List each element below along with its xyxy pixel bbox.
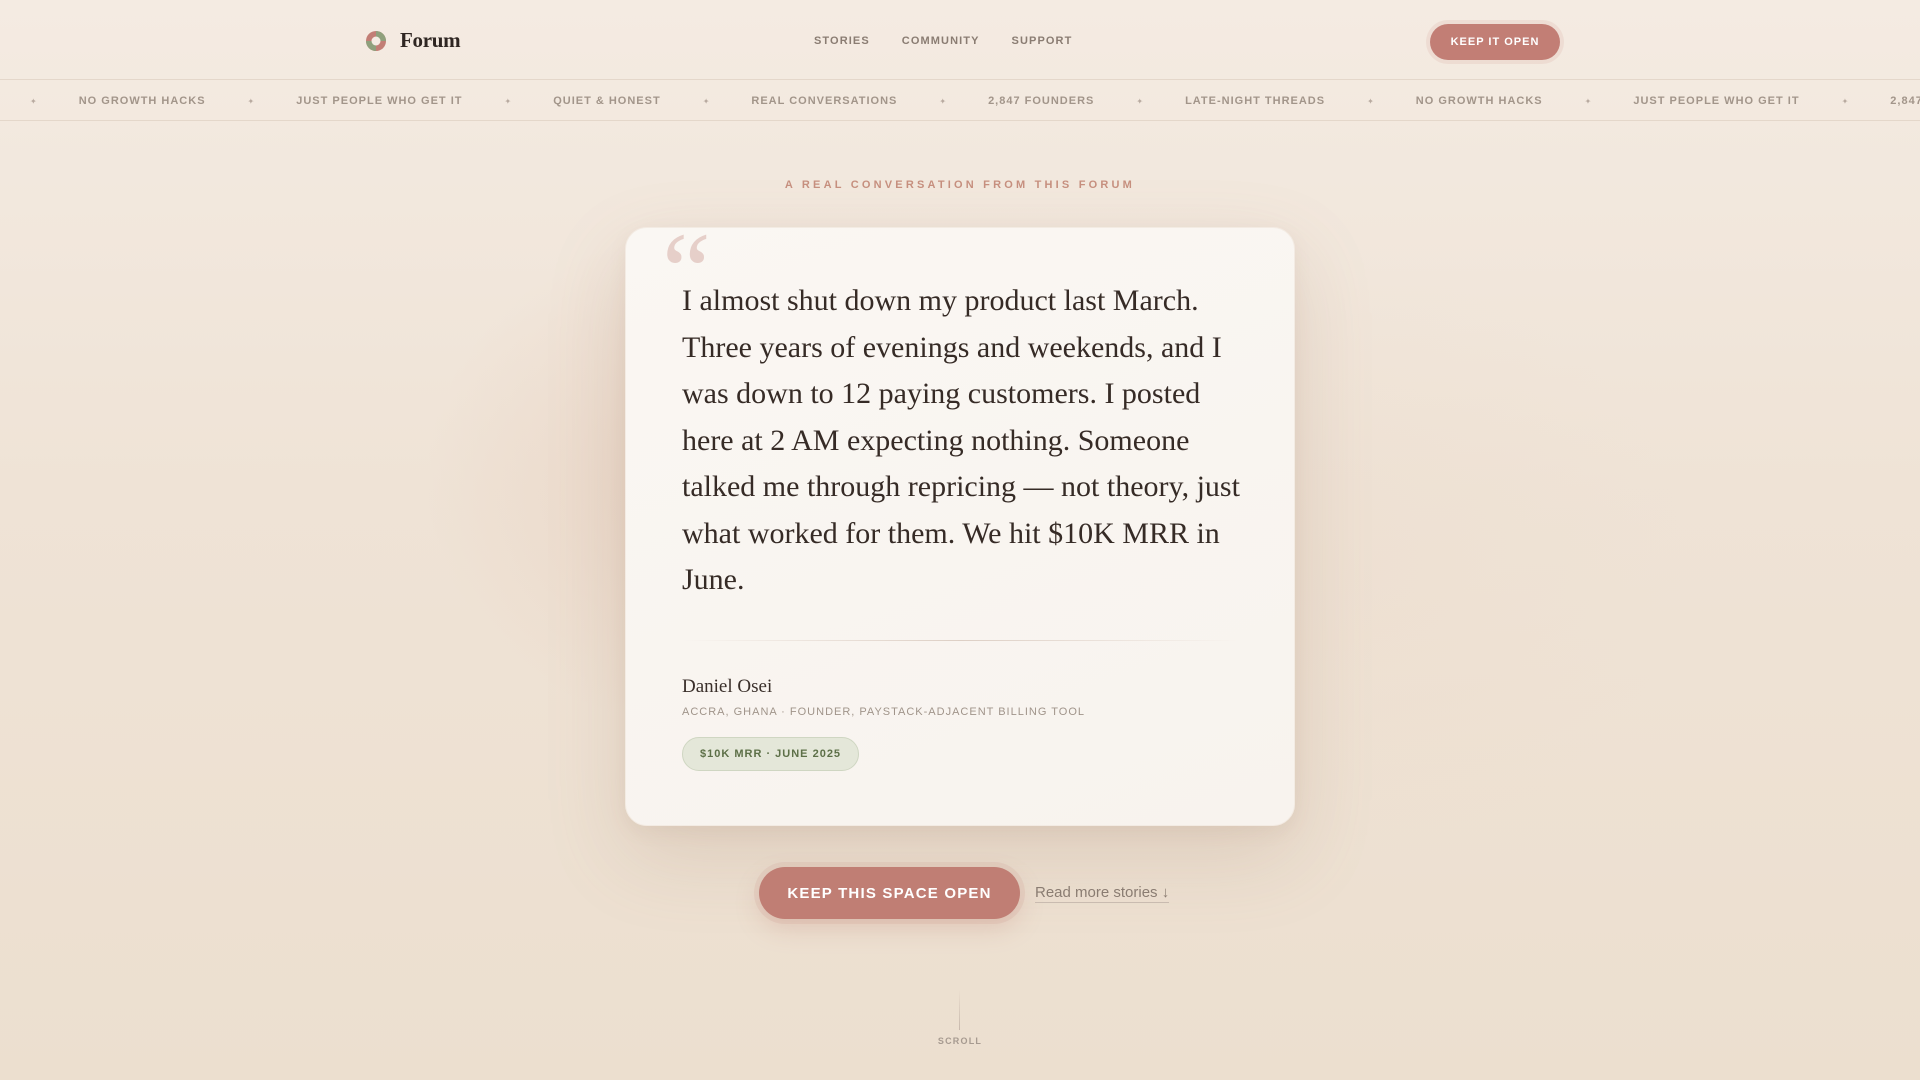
ticker-item: NO GROWTH HACKS: [1415, 95, 1543, 107]
ticker-item: QUIET & HONEST: [553, 95, 661, 107]
read-more-stories-link[interactable]: Read more stories ↓: [1035, 884, 1170, 903]
scroll-label: SCROLL: [937, 1036, 983, 1046]
ticker-separator-icon: ✦: [1136, 96, 1144, 106]
site-header: Forum STORIES COMMUNITY SUPPORT KEEP IT …: [0, 0, 1920, 80]
ticker-item: JUST PEOPLE WHO GET IT: [296, 95, 463, 107]
ticker-separator-icon: ✦: [247, 96, 255, 106]
ticker-item: LATE-NIGHT THREADS: [1185, 95, 1326, 107]
ticker-item: 2,847 FOUNDERS: [1890, 95, 1920, 107]
ticker-item: NO GROWTH HACKS: [78, 95, 206, 107]
ticker-bar: ✦ NO GROWTH HACKS ✦ JUST PEOPLE WHO GET …: [0, 81, 1920, 121]
testimonial-quote: I almost shut down my product last March…: [682, 284, 1240, 596]
keep-this-space-open-button[interactable]: KEEP THIS SPACE OPEN: [759, 867, 1020, 919]
scroll-indicator-line: [959, 990, 960, 1030]
testimonial-card: “ I almost shut down my product last Mar…: [625, 216, 1295, 826]
ticker-separator-icon: ✦: [1367, 96, 1374, 106]
brand-name: Forum: [400, 28, 461, 52]
result-badge: $10K MRR · JUNE 2025: [682, 737, 860, 771]
nav-stories[interactable]: STORIES: [814, 35, 870, 47]
ticker-separator-icon: ✦: [504, 96, 512, 106]
author-meta: ACCRA, GHANA · FOUNDER, PAYSTACK-ADJACEN…: [682, 706, 1086, 718]
section-eyebrow: A REAL CONVERSATION FROM THIS FORUM: [784, 179, 1136, 191]
forum-logo-icon: [366, 30, 386, 51]
ticker-track: ✦ NO GROWTH HACKS ✦ JUST PEOPLE WHO GET …: [30, 81, 1920, 120]
ticker-separator-icon: ✦: [1584, 96, 1592, 106]
nav-support[interactable]: SUPPORT: [1012, 35, 1073, 47]
brand[interactable]: Forum: [364, 28, 461, 53]
ticker-separator-icon: ✦: [1841, 96, 1849, 106]
ticker-item: REAL CONVERSATIONS: [751, 95, 898, 107]
ticker-separator-icon: ✦: [939, 96, 947, 106]
main-nav: STORIES COMMUNITY SUPPORT: [814, 35, 1072, 47]
ticker-separator-icon: ✦: [30, 96, 37, 106]
ticker-item: JUST PEOPLE WHO GET IT: [1633, 95, 1800, 107]
ticker-separator-icon: ✦: [702, 96, 710, 106]
author-name: Daniel Osei: [682, 676, 773, 697]
ticker-item: 2,847 FOUNDERS: [988, 95, 1095, 107]
nav-community[interactable]: COMMUNITY: [902, 35, 980, 47]
keep-it-open-button[interactable]: KEEP IT OPEN: [1430, 24, 1560, 60]
card-divider: [682, 640, 1240, 641]
